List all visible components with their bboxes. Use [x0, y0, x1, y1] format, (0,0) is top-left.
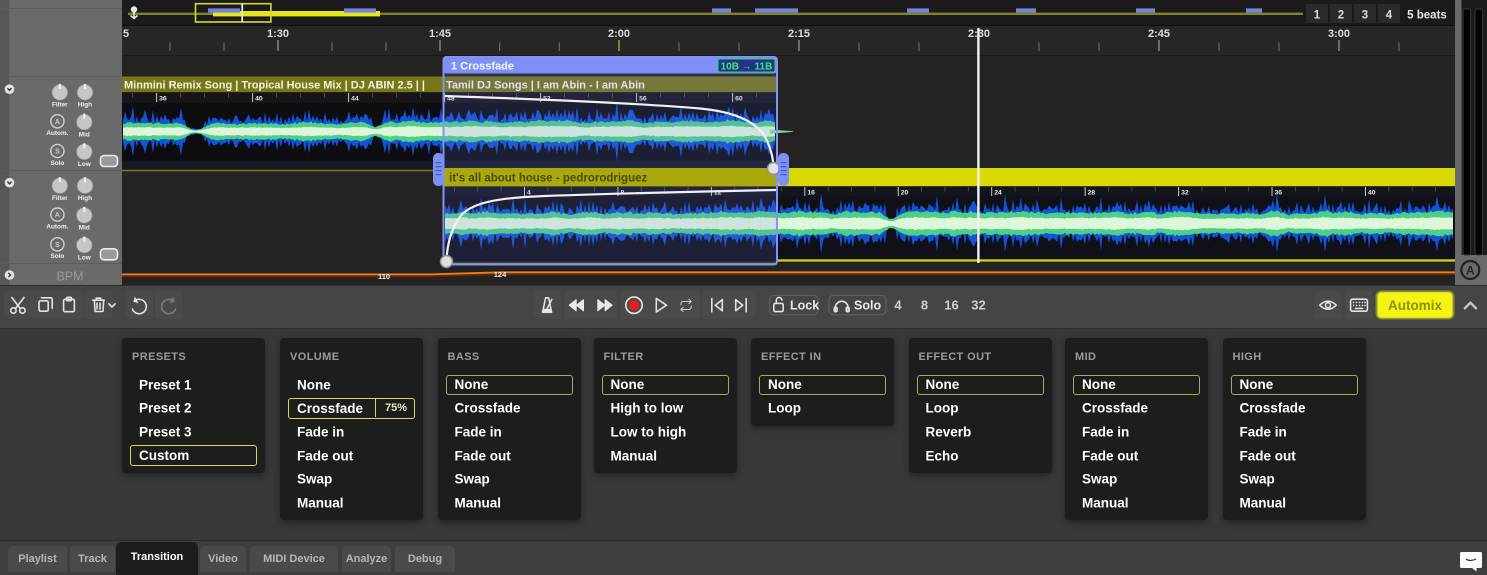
svg-text:3:00: 3:00 — [1328, 28, 1350, 40]
svg-text:2: 2 — [1338, 10, 1344, 22]
svg-text:32: 32 — [971, 298, 985, 313]
svg-text:110: 110 — [378, 272, 390, 281]
svg-text:10B → 11B: 10B → 11B — [721, 61, 773, 72]
svg-text:Autom.: Autom. — [46, 130, 68, 137]
svg-text:16: 16 — [944, 298, 958, 313]
svg-text:32: 32 — [1181, 190, 1189, 197]
svg-text:Autom.: Autom. — [46, 223, 68, 230]
svg-text:5 beats: 5 beats — [1407, 10, 1447, 22]
svg-text:Solo: Solo — [854, 299, 881, 313]
svg-text:S: S — [55, 240, 60, 249]
svg-text:2:45: 2:45 — [1148, 28, 1170, 40]
svg-text:Mid: Mid — [79, 131, 90, 138]
svg-text:Automix: Automix — [1388, 298, 1442, 313]
svg-text:it's all about house - pedroro: it's all about house - pedrorodriguez — [449, 173, 647, 185]
svg-text:A: A — [55, 210, 60, 219]
svg-text:36: 36 — [1275, 190, 1283, 197]
svg-text:44: 44 — [351, 96, 359, 103]
svg-text:24: 24 — [994, 190, 1002, 197]
svg-text:A: A — [55, 117, 60, 126]
svg-text:8: 8 — [921, 298, 928, 313]
svg-text:S: S — [55, 147, 60, 156]
svg-text:Low: Low — [78, 254, 91, 261]
svg-text:2:00: 2:00 — [608, 28, 630, 40]
svg-text:1 Crossfade: 1 Crossfade — [451, 61, 514, 73]
svg-text:4: 4 — [894, 298, 902, 313]
svg-text:Lock: Lock — [790, 299, 819, 313]
svg-text:Filter: Filter — [52, 195, 68, 202]
svg-text:1:45: 1:45 — [429, 28, 451, 40]
svg-text:36: 36 — [159, 96, 167, 103]
svg-text:High: High — [78, 102, 92, 109]
svg-text:High: High — [78, 195, 92, 202]
svg-text:2:15: 2:15 — [788, 28, 810, 40]
svg-text:Mid: Mid — [79, 225, 90, 232]
svg-text:40: 40 — [255, 96, 263, 103]
svg-text:4: 4 — [1386, 10, 1393, 22]
svg-text:Minmini Remix Song | Tropical: Minmini Remix Song | Tropical House Mix … — [124, 80, 425, 92]
svg-text:16: 16 — [807, 190, 815, 197]
svg-text:20: 20 — [901, 190, 909, 197]
svg-text:Solo: Solo — [50, 160, 64, 167]
svg-text:28: 28 — [1088, 190, 1096, 197]
svg-text:124: 124 — [494, 270, 507, 279]
svg-text:40: 40 — [1368, 190, 1376, 197]
svg-text:1:30: 1:30 — [267, 28, 289, 40]
svg-text:5: 5 — [123, 28, 129, 40]
svg-text:A: A — [1466, 264, 1475, 278]
svg-text:Low: Low — [78, 161, 91, 168]
svg-text:3: 3 — [1362, 10, 1368, 22]
svg-text:BPM: BPM — [56, 270, 83, 284]
svg-text:Solo: Solo — [50, 253, 64, 260]
svg-text:Filter: Filter — [52, 102, 68, 109]
svg-text:1: 1 — [1314, 10, 1321, 22]
